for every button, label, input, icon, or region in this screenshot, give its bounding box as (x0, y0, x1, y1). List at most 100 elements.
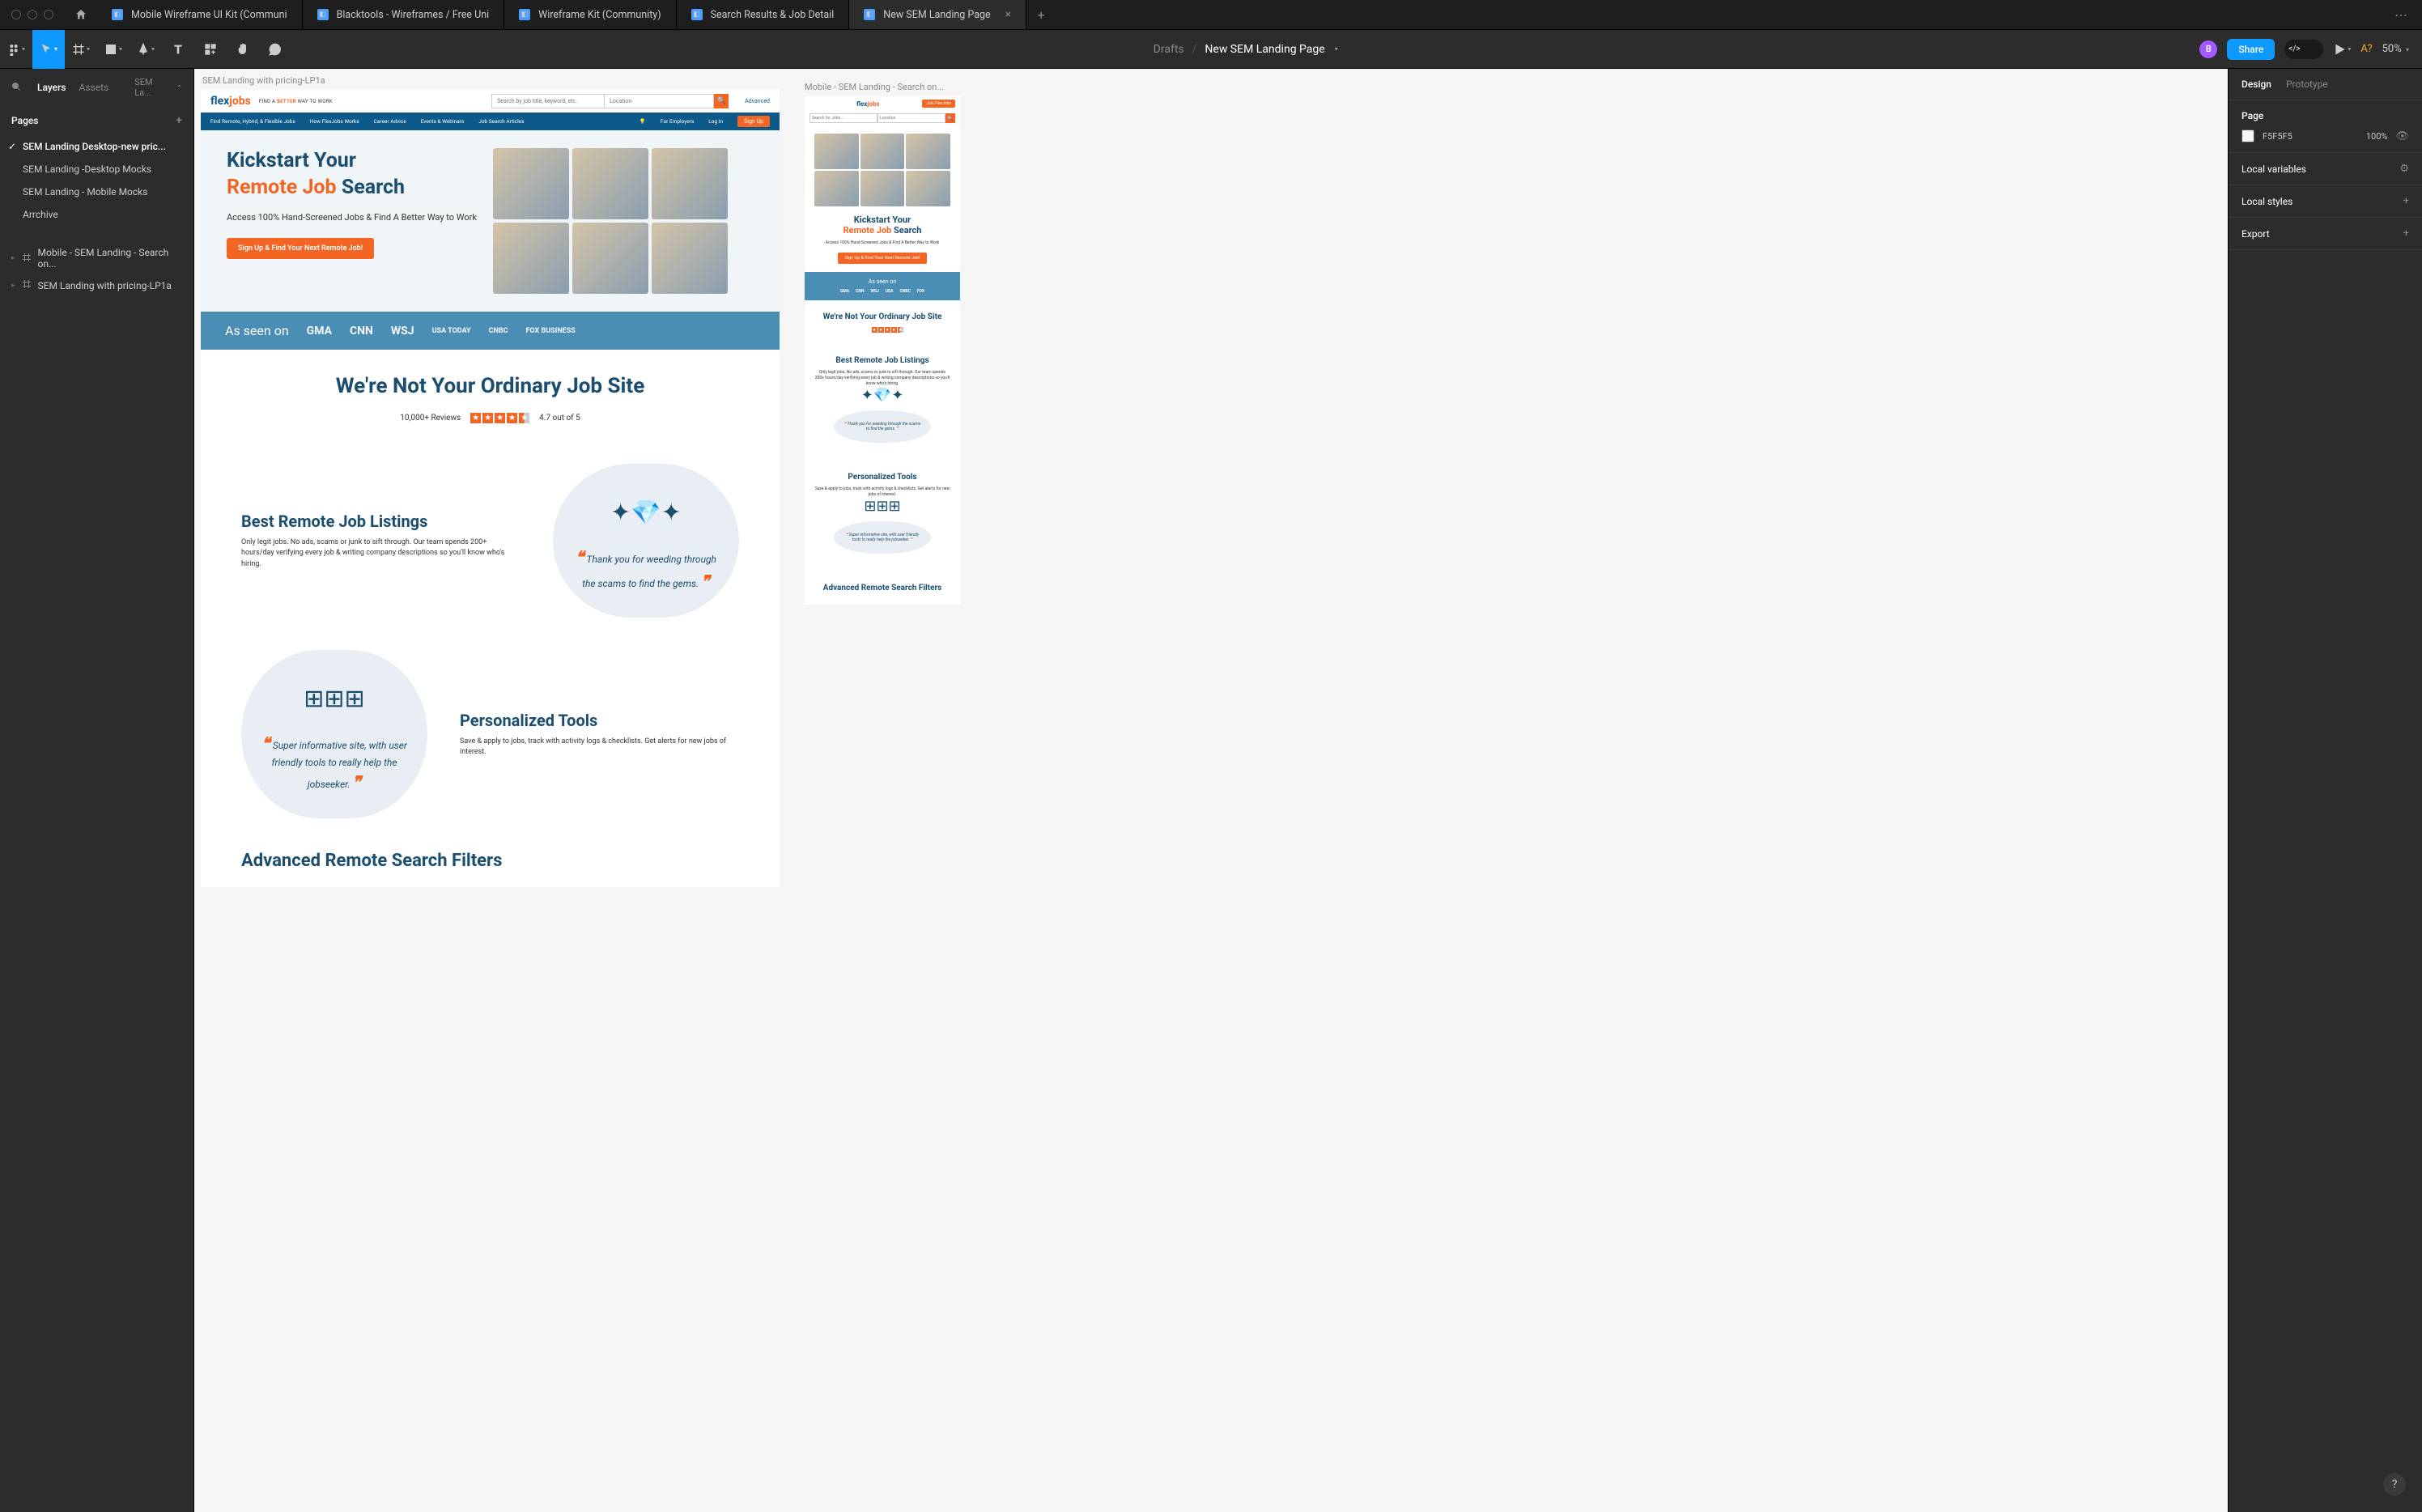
text-tool-button[interactable] (162, 30, 194, 69)
feature-text: Save & apply to jobs, track with activit… (460, 737, 739, 758)
background-color-swatch[interactable] (2241, 130, 2254, 142)
export-section[interactable]: Export + (2229, 218, 2422, 250)
hero-cta-button[interactable]: Sign Up & Find Your Next Remote Job! (227, 238, 374, 259)
maximize-window-icon[interactable] (44, 10, 53, 19)
pen-tool-button[interactable]: ▾ (130, 30, 162, 69)
breadcrumb-drafts[interactable]: Drafts (1154, 43, 1184, 56)
signup-button[interactable]: Sign Up (737, 116, 770, 127)
m-header: ☰ flexjobs Join FlexJobs (805, 96, 960, 111)
frame-label: Mobile - SEM Landing - Search on... (38, 247, 182, 270)
page-item-sem-mobile-mocks[interactable]: SEM Landing - Mobile Mocks (0, 181, 193, 203)
join-button[interactable]: Join FlexJobs (922, 100, 955, 108)
figma-file-icon: ◧ (112, 9, 123, 20)
page-selector[interactable]: SEM La... (134, 77, 162, 98)
feature-text: Only legit jobs. No ads, scams or junk t… (814, 370, 950, 387)
user-avatar[interactable]: B (2199, 40, 2217, 58)
chevron-down-icon[interactable]: ▾ (1335, 45, 1338, 53)
home-button[interactable] (65, 0, 97, 29)
settings-icon[interactable]: ⚙ (2399, 163, 2409, 175)
new-tab-button[interactable]: + (1026, 7, 1056, 23)
mobile-frame[interactable]: ☰ flexjobs Join FlexJobs 🔍 Kickstart You… (805, 96, 960, 605)
nav-link[interactable]: How FlexJobs Works (310, 118, 359, 125)
background-color-hex[interactable]: F5F5F5 (2263, 131, 2292, 142)
tools-icon: ⊞⊞⊞ (814, 498, 950, 515)
expand-arrow-icon[interactable]: ▸ (11, 282, 15, 290)
zoom-level[interactable]: 50% ▾ (2382, 43, 2409, 55)
press-logo: FOX BUSINESS (525, 327, 575, 335)
file-name[interactable]: New SEM Landing Page (1205, 43, 1324, 56)
location-input[interactable] (877, 113, 945, 123)
expand-arrow-icon[interactable]: ▸ (11, 254, 15, 262)
search-icon[interactable] (11, 82, 21, 94)
hamburger-icon[interactable]: ☰ (809, 101, 814, 107)
close-tab-icon[interactable]: × (1005, 8, 1011, 21)
diamond-icon: ✦💎✦ (606, 488, 686, 537)
present-button[interactable]: ▾ (2333, 30, 2351, 69)
tab-new-sem-landing[interactable]: ◧ New SEM Landing Page × (849, 0, 1026, 29)
nav-link[interactable]: Log In (708, 118, 723, 125)
search-location-input[interactable] (605, 94, 714, 108)
figma-menu-button[interactable]: ▾ (0, 30, 32, 69)
nav-link[interactable]: For Employers (661, 118, 694, 125)
frame-item-mobile-sem[interactable]: ▸ Mobile - SEM Landing - Search on... (0, 242, 193, 274)
minimize-window-icon[interactable] (28, 10, 37, 19)
search-button[interactable]: 🔍 (945, 113, 955, 123)
design-tab[interactable]: Design (2241, 79, 2271, 90)
advanced-search-link[interactable]: Advanced (745, 98, 770, 104)
feature-heading: Best Remote Job Listings (241, 512, 521, 531)
nav-link[interactable]: Career Advice (374, 118, 406, 125)
flexjobs-logo: flexjobs (856, 100, 880, 108)
help-button[interactable]: ? (2383, 1473, 2406, 1496)
ordinary-heading: We're Not Your Ordinary Job Site (233, 374, 747, 398)
comment-tool-button[interactable] (259, 30, 291, 69)
search-keyword-input[interactable] (491, 94, 605, 108)
background-opacity[interactable]: 100% (2366, 131, 2388, 142)
layers-tab[interactable]: Layers (37, 82, 66, 93)
search-button[interactable]: 🔍 (714, 94, 729, 108)
canvas[interactable]: SEM Landing with pricing-LP1a Mobile - S… (194, 69, 2228, 1512)
nav-link[interactable]: Job Search Articles (478, 118, 524, 125)
add-page-button[interactable]: + (176, 114, 182, 127)
hand-tool-button[interactable] (227, 30, 259, 69)
desktop-frame[interactable]: flexjobs FIND A BETTER WAY TO WORK 🔍 Adv… (201, 90, 780, 887)
prototype-tab[interactable]: Prototype (2286, 79, 2328, 90)
move-tool-button[interactable]: ▾ (32, 30, 65, 69)
local-variables-section[interactable]: Local variables ⚙ (2229, 153, 2422, 185)
frame-title-desktop[interactable]: SEM Landing with pricing-LP1a (202, 75, 325, 86)
hero-image-grid (814, 134, 950, 206)
page-item-sem-desktop-mocks[interactable]: SEM Landing -Desktop Mocks (0, 158, 193, 181)
close-window-icon[interactable] (11, 10, 21, 19)
frame-label: SEM Landing with pricing-LP1a (38, 280, 172, 291)
hero-cta-button[interactable]: Sign Up & Find Your Next Remote Job! (838, 253, 926, 264)
add-style-button[interactable]: + (2403, 195, 2409, 207)
feature-heading: Advanced Remote Search Filters (814, 583, 950, 593)
tabs-menu-icon[interactable]: ⋯ (2380, 7, 2422, 23)
page-section-label: Page (2241, 110, 2409, 121)
reviews-row: 10,000+ Reviews ★ ★ ★ ★ ★ 4.7 out of 5 (233, 413, 747, 423)
visibility-icon[interactable]: 👁 (2395, 130, 2409, 142)
tab-blacktools[interactable]: ◧ Blacktools - Wireframes / Free Uni (303, 0, 505, 29)
shape-tool-button[interactable]: ▾ (97, 30, 130, 69)
nav-link[interactable]: Find Remote, Hybrid, & Flexible Jobs (210, 118, 295, 125)
panel-mode-tabs: Design Prototype (2229, 69, 2422, 100)
frame-tool-button[interactable]: ▾ (65, 30, 97, 69)
frame-title-mobile[interactable]: Mobile - SEM Landing - Search on... (805, 82, 944, 92)
share-button[interactable]: Share (2227, 39, 2275, 60)
tab-wireframe-kit[interactable]: ◧ Wireframe Kit (Community) (504, 0, 676, 29)
tab-mobile-wireframe[interactable]: ◧ Mobile Wireframe UI Kit (Communi (97, 0, 303, 29)
search-input[interactable] (809, 113, 877, 123)
page-item-sem-desktop-new[interactable]: ✓ SEM Landing Desktop-new pric... (0, 135, 193, 158)
dev-mode-toggle[interactable]: </> (2284, 40, 2323, 59)
nav-link[interactable]: Events & Webinars (421, 118, 465, 125)
local-styles-section[interactable]: Local styles + (2229, 185, 2422, 218)
chevron-up-icon[interactable]: ⌃ (176, 84, 182, 91)
local-variables-label: Local variables (2241, 164, 2306, 175)
assets-tab[interactable]: Assets (79, 82, 109, 93)
tab-search-results[interactable]: ◧ Search Results & Job Detail (677, 0, 850, 29)
add-export-button[interactable]: + (2403, 227, 2409, 240)
page-item-archive[interactable]: Arrchive (0, 203, 193, 226)
frame-item-sem-pricing[interactable]: ▸ SEM Landing with pricing-LP1a (0, 274, 193, 296)
feature-heading: Personalized Tools (814, 472, 950, 482)
resources-button[interactable] (194, 30, 227, 69)
missing-fonts-badge[interactable]: A? (2360, 43, 2372, 55)
